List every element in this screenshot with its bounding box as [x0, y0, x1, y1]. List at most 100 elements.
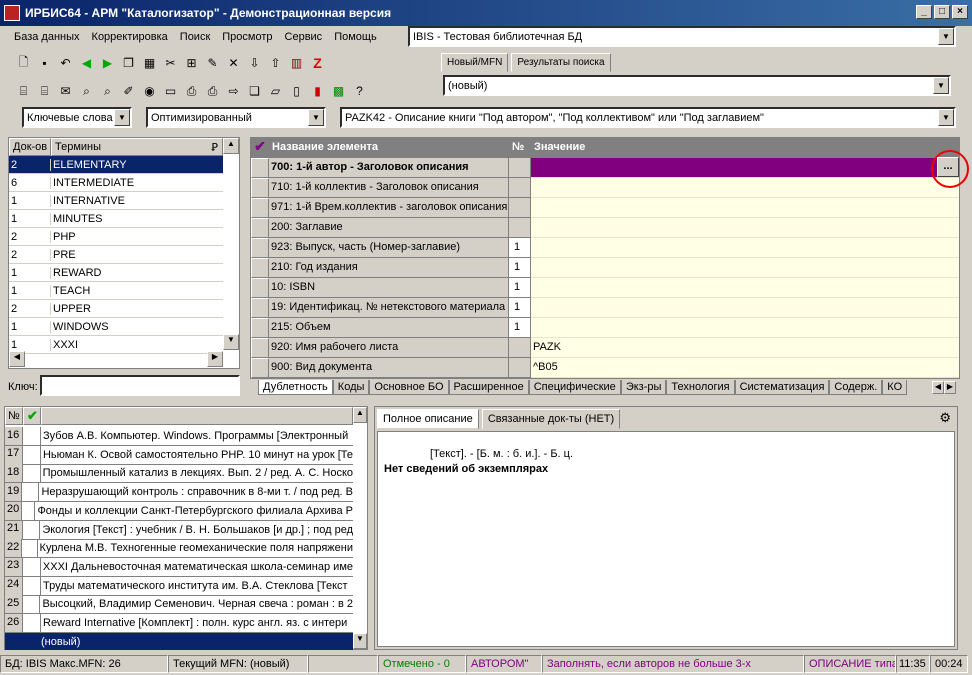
header-value[interactable]: Значение [531, 138, 959, 158]
result-row[interactable]: 20 Фонды и коллекции Санкт-Петербургского… [5, 501, 353, 521]
folder-icon[interactable]: ▭ [161, 82, 180, 101]
edit-icon[interactable]: ✎ [203, 54, 222, 73]
result-check[interactable] [22, 483, 40, 502]
editor-row[interactable]: 210: Год издания 1 [251, 258, 959, 278]
editor-row[interactable]: 215: Объем 1 [251, 318, 959, 338]
element-value[interactable] [531, 318, 959, 338]
result-row[interactable]: 21 Экология [Текст] : учебник / В. Н. Бол… [5, 520, 353, 540]
element-value[interactable] [531, 178, 959, 198]
maximize-button[interactable]: □ [934, 5, 950, 19]
tab-scroll-right-icon[interactable]: ▶ [944, 381, 956, 394]
header-num[interactable]: № [509, 138, 531, 158]
delete-icon[interactable]: ✕ [224, 54, 243, 73]
header-docs[interactable]: Док-ов [9, 138, 51, 156]
element-value[interactable] [531, 198, 959, 218]
result-row[interactable]: 26 Reward Internative [Комплект] : полн. … [5, 614, 353, 633]
result-check[interactable] [23, 464, 41, 483]
element-value[interactable] [531, 218, 959, 238]
tab-systematization[interactable]: Систематизация [734, 380, 830, 395]
menu-search[interactable]: Поиск [174, 31, 216, 43]
editor-row[interactable]: 200: Заглавие [251, 218, 959, 238]
tab-full-description[interactable]: Полное описание [377, 409, 479, 429]
chevron-down-icon[interactable]: ▼ [938, 28, 954, 45]
tab-codes[interactable]: Коды [332, 380, 370, 395]
print2-icon[interactable]: ⎙ [203, 82, 222, 101]
result-row[interactable]: 24 Труды математического института им. В.… [5, 576, 353, 596]
copy-icon[interactable]: ❐ [119, 54, 138, 73]
folder-open-icon[interactable]: ▱ [266, 82, 285, 101]
result-new-row[interactable]: (новый) [5, 633, 353, 651]
result-row[interactable]: 18 Промышленный катализ в лекциях. Вып. 2… [5, 464, 353, 484]
scroll-up-icon[interactable]: ▲ [223, 138, 239, 154]
result-row[interactable]: 25 Высоцкий, Владимир Семенович. Черная с… [5, 595, 353, 615]
result-check[interactable] [22, 501, 36, 520]
header-num[interactable]: № [5, 407, 23, 425]
dictionary-row[interactable]: 2 PRE [9, 246, 223, 264]
result-check[interactable] [23, 445, 41, 464]
tab-specific[interactable]: Специфические [528, 380, 621, 395]
doc-copy-icon[interactable]: ❏ [245, 82, 264, 101]
dictionary-row[interactable]: 1 TEACH [9, 282, 223, 300]
menu-edit[interactable]: Корректировка [86, 31, 174, 43]
export-icon[interactable]: ⇧ [266, 54, 285, 73]
tab-technology[interactable]: Технология [666, 380, 735, 395]
result-check[interactable] [23, 557, 41, 576]
print-icon[interactable]: ⎙ [182, 82, 201, 101]
editor-row[interactable]: 700: 1-й автор - Заголовок описания [251, 158, 959, 178]
chevron-down-icon[interactable]: ▼ [938, 109, 954, 126]
find-icon[interactable]: ⌕ [77, 82, 96, 101]
save-icon[interactable]: ▪ [35, 54, 54, 73]
menu-service[interactable]: Сервис [279, 31, 329, 43]
result-row[interactable]: 22 Курлена М.В. Техногенные геомеханическ… [5, 539, 353, 559]
worksheet-select[interactable]: PAZK42 - Описание книги "Под автором", "… [340, 107, 956, 128]
database-select[interactable]: IBIS - Тестовая библиотечная БД ▼ [408, 26, 956, 47]
form2-icon[interactable]: ⌸ [35, 82, 54, 101]
pin-icon[interactable]: Ꝑ [211, 141, 218, 154]
editor-row[interactable]: 10: ISBN 1 [251, 278, 959, 298]
menu-database[interactable]: База данных [8, 31, 86, 43]
editor-row[interactable]: 710: 1-й коллектив - Заголовок описания [251, 178, 959, 198]
dictionary-row[interactable]: 2 PHP [9, 228, 223, 246]
excel-icon[interactable]: ▩ [329, 82, 348, 101]
scroll-up-icon[interactable]: ▲ [353, 407, 367, 423]
arrow-right-icon[interactable]: ▶ [98, 54, 117, 73]
tab-related-docs[interactable]: Связанные док-ты (НЕТ) [481, 409, 621, 429]
doc-arrow-icon[interactable]: ⇨ [224, 82, 243, 101]
result-row[interactable]: 23 XXXI Дальневосточная математическая шк… [5, 557, 353, 577]
chevron-down-icon[interactable]: ▼ [114, 109, 130, 126]
search-mode-select[interactable]: Ключевые слова ▼ [22, 107, 132, 128]
chevron-down-icon[interactable]: ▼ [933, 77, 949, 94]
editor-row[interactable]: 920: Имя рабочего листа PAZK [251, 338, 959, 358]
tab-scroll-left-icon[interactable]: ◀ [932, 381, 944, 394]
dictionary-row[interactable]: 6 INTERMEDIATE [9, 174, 223, 192]
ellipsis-button[interactable]: ... [937, 157, 959, 177]
key-input[interactable] [40, 375, 240, 396]
element-value[interactable]: PAZK [531, 338, 959, 358]
result-row[interactable]: 16 Зубов А.В. Компьютер. Windows. Програм… [5, 427, 353, 446]
mail-icon[interactable]: ✉ [56, 82, 75, 101]
find2-icon[interactable]: ⌕ [98, 82, 117, 101]
editor-row[interactable]: 923: Выпуск, часть (Номер-заглавие) 1 [251, 238, 959, 258]
tab-copies[interactable]: Экз-ры [620, 380, 667, 395]
editor-row[interactable]: 971: 1-й Врем.коллектив - заголовок опис… [251, 198, 959, 218]
dictionary-row[interactable]: 2 UPPER [9, 300, 223, 318]
cut-icon[interactable]: ✂ [161, 54, 180, 73]
tab-search-results[interactable]: Результаты поиска [511, 53, 611, 72]
result-check[interactable] [22, 539, 38, 558]
result-row[interactable]: 19 Неразрушающий контроль : справочник в … [5, 483, 353, 503]
scroll-right-icon[interactable]: ▶ [207, 351, 223, 367]
chevron-down-icon[interactable]: ▼ [308, 109, 324, 126]
result-check[interactable] [23, 614, 41, 632]
scroll-down-icon[interactable]: ▼ [353, 633, 367, 649]
editor-row[interactable]: 19: Идентификац. № нетекстового материал… [251, 298, 959, 318]
new-doc-icon[interactable]: 🗋 [14, 54, 33, 73]
scroll-left-icon[interactable]: ◀ [9, 351, 25, 367]
import-icon[interactable]: ⇩ [245, 54, 264, 73]
record-select[interactable]: (новый) ▼ [443, 75, 951, 96]
dictionary-row[interactable]: 1 XXXI [9, 336, 223, 354]
view-icon[interactable]: ◉ [140, 82, 159, 101]
result-check[interactable] [23, 595, 41, 614]
tree-icon[interactable]: ⊞ [182, 54, 201, 73]
element-value[interactable] [531, 278, 959, 298]
editor-row[interactable]: 900: Вид документа ^B05 [251, 358, 959, 378]
